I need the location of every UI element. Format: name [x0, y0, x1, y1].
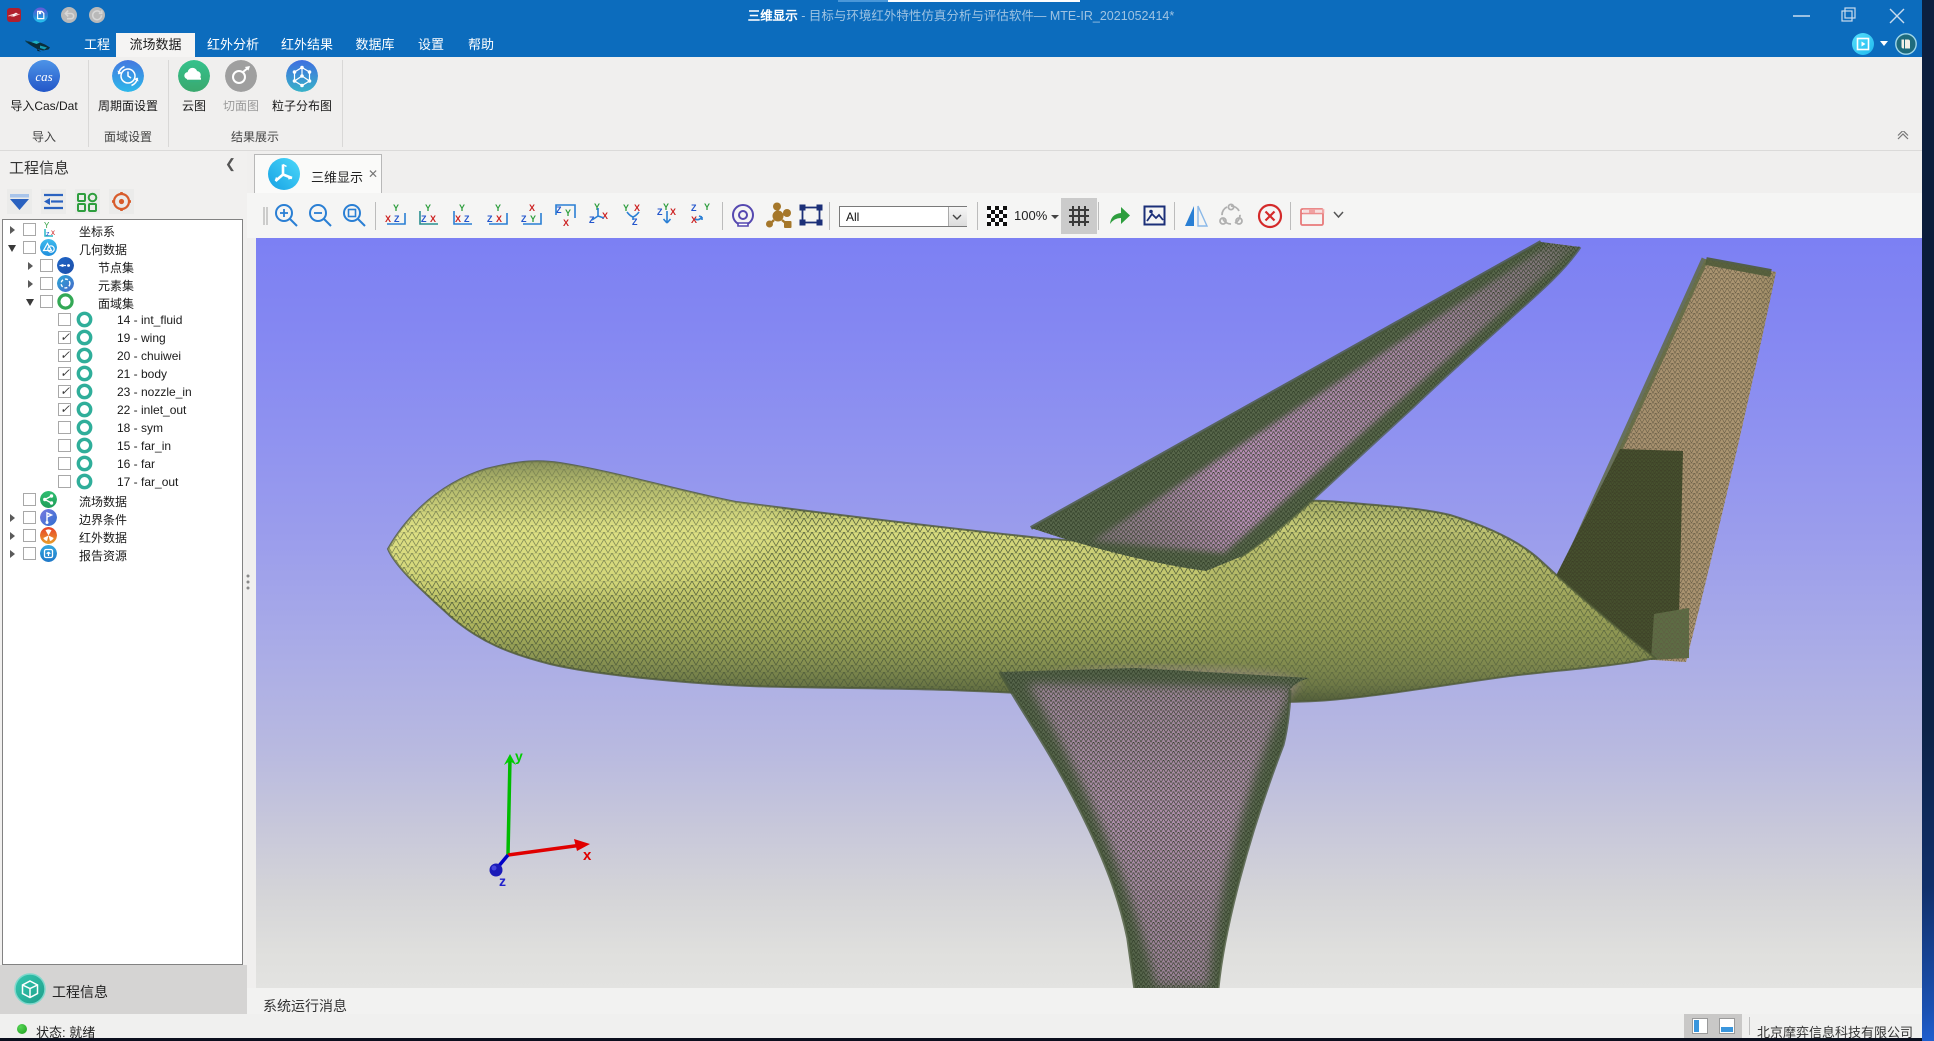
svg-text:Z: Z	[421, 214, 427, 224]
svg-text:Y: Y	[425, 203, 431, 213]
svg-text:y: y	[515, 748, 523, 764]
svg-text:Z: Z	[657, 207, 663, 217]
svg-text:X: X	[496, 214, 502, 224]
svg-text:Y: Y	[495, 203, 501, 213]
svg-text:X: X	[670, 207, 676, 217]
svg-text:X: X	[634, 203, 640, 213]
svg-text:Y: Y	[704, 203, 710, 212]
svg-text:Z: Z	[394, 214, 400, 224]
svg-text:Z: Z	[521, 214, 527, 224]
svg-text:Z: Z	[464, 214, 470, 224]
svg-text:X: X	[602, 211, 608, 221]
svg-text:Y: Y	[623, 203, 629, 213]
svg-text:Y: Y	[594, 203, 600, 212]
svg-text:X: X	[529, 203, 535, 213]
svg-text:z: z	[46, 231, 50, 238]
svg-text:X: X	[430, 214, 436, 224]
svg-text:Y: Y	[44, 221, 50, 230]
svg-text:Z: Z	[487, 214, 493, 224]
svg-text:Y: Y	[565, 208, 571, 218]
svg-text:Y: Y	[663, 203, 669, 212]
svg-text:Y: Y	[530, 214, 536, 224]
svg-text:X: X	[563, 218, 569, 228]
svg-text:X: X	[385, 214, 391, 224]
svg-text:Z: Z	[556, 205, 562, 215]
svg-text:x: x	[583, 847, 592, 864]
svg-text:Y: Y	[393, 203, 399, 213]
svg-text:x: x	[51, 228, 55, 237]
svg-text:Z: Z	[691, 203, 697, 213]
svg-text:X: X	[455, 214, 461, 224]
svg-text:z: z	[499, 873, 506, 889]
svg-text:Y: Y	[459, 203, 465, 213]
svg-text:cas: cas	[35, 69, 52, 84]
